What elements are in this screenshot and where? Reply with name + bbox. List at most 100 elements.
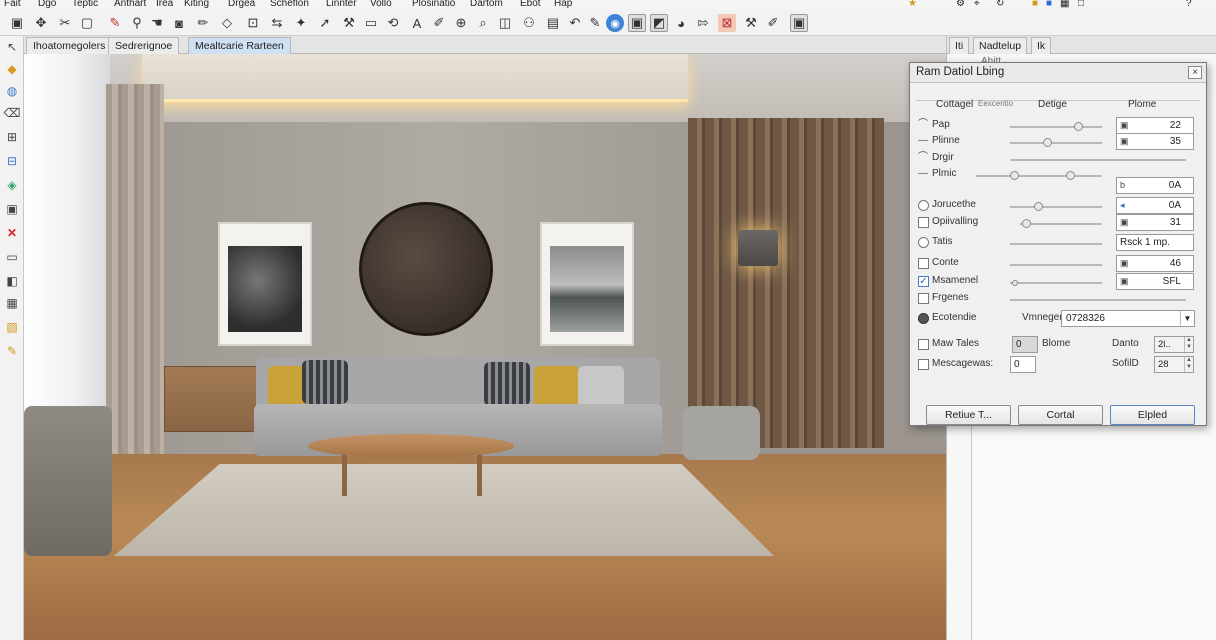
checkbox-checked[interactable]: ✓ bbox=[918, 276, 929, 287]
rectangle-icon[interactable]: ▭ bbox=[362, 14, 380, 32]
number-field[interactable]: 0 bbox=[1010, 356, 1036, 373]
tab-document-3[interactable]: Mealtcarie Rarteen bbox=[188, 37, 291, 54]
paint-bucket-icon[interactable]: ◆ bbox=[3, 60, 21, 78]
close-icon[interactable]: × bbox=[1188, 66, 1202, 79]
tab-panel-c[interactable]: Ik bbox=[1031, 37, 1052, 54]
menu-item[interactable]: Hap bbox=[554, 0, 572, 9]
gear-icon[interactable]: ⚙ bbox=[956, 0, 965, 9]
setting-slider[interactable] bbox=[1010, 142, 1102, 144]
globe-icon[interactable]: ◉ bbox=[606, 14, 624, 32]
grid-tool-icon[interactable]: ▦ bbox=[3, 294, 21, 312]
slider-thumb[interactable] bbox=[1043, 138, 1052, 147]
spin-field[interactable]: 2l.. ▲ ▼ bbox=[1154, 336, 1194, 353]
slider-thumb[interactable] bbox=[1012, 280, 1018, 286]
tool-icon[interactable]: ⚒ bbox=[340, 14, 358, 32]
setting-slider[interactable] bbox=[1010, 126, 1102, 128]
paint-icon[interactable]: ✎ bbox=[106, 14, 124, 32]
setting-slider[interactable] bbox=[1010, 264, 1102, 266]
flip-icon[interactable]: ⇆ bbox=[268, 14, 286, 32]
slider-thumb[interactable] bbox=[1074, 122, 1083, 131]
brush2-icon[interactable]: ✐ bbox=[764, 14, 782, 32]
dialog-titlebar[interactable]: Ram Datiol Lbing × bbox=[910, 63, 1206, 83]
people-icon[interactable]: ⚇ bbox=[520, 14, 538, 32]
frame-icon[interactable]: ▣ bbox=[628, 14, 646, 32]
menu-item[interactable]: Dgo bbox=[38, 0, 56, 9]
tab-panel-b[interactable]: Nadtelup bbox=[973, 37, 1028, 54]
spin-arrows-icon[interactable]: ▲ ▼ bbox=[1184, 357, 1193, 372]
menu-item[interactable]: Linnter bbox=[326, 0, 357, 9]
brush-icon[interactable]: ⚲ bbox=[128, 14, 146, 32]
checkbox[interactable] bbox=[918, 293, 929, 304]
setting-slider[interactable] bbox=[1010, 282, 1102, 284]
move-icon[interactable]: ✥ bbox=[32, 14, 50, 32]
setting-slider[interactable] bbox=[1020, 223, 1102, 225]
value-field[interactable]: ▣ 31 bbox=[1116, 214, 1194, 231]
light-icon[interactable]: ✦ bbox=[292, 14, 310, 32]
menu-item[interactable]: Plosinatio bbox=[412, 0, 455, 9]
menu-item[interactable]: Ebot bbox=[520, 0, 541, 9]
screen-icon[interactable]: ▭ bbox=[3, 248, 21, 266]
value-field[interactable]: Rsck 1 mp. bbox=[1116, 234, 1194, 251]
hand-icon[interactable]: ☚ bbox=[148, 14, 166, 32]
value-field[interactable]: ▣ 46 bbox=[1116, 255, 1194, 272]
select-icon[interactable]: ▣ bbox=[8, 14, 26, 32]
eraser-icon[interactable]: ⌫ bbox=[3, 104, 21, 122]
value-field[interactable]: b 0A bbox=[1116, 177, 1194, 194]
shape-icon[interactable]: ◇ bbox=[218, 14, 236, 32]
spin-field[interactable]: 28 ▲ ▼ bbox=[1154, 356, 1194, 373]
crop-red-icon[interactable]: ⊠ bbox=[718, 14, 736, 32]
value-field[interactable]: ◂ 0A bbox=[1116, 197, 1194, 214]
menu-item[interactable]: Teptic bbox=[72, 0, 98, 9]
chevron-down-icon[interactable]: ▼ bbox=[1180, 311, 1194, 326]
search-icon[interactable]: ⌕ bbox=[474, 14, 492, 32]
cancel-button[interactable]: Cortal bbox=[1018, 405, 1103, 425]
render-icon[interactable]: ⇰ bbox=[694, 14, 712, 32]
tab-document-2[interactable]: Sedrerignoe bbox=[108, 37, 180, 54]
menu-item[interactable]: Vollo bbox=[370, 0, 392, 9]
image-tool-icon[interactable]: ▧ bbox=[3, 318, 21, 336]
camera-icon[interactable]: ◙ bbox=[170, 14, 188, 32]
setting-slider[interactable] bbox=[1010, 299, 1186, 301]
rotate-icon[interactable]: ⟲ bbox=[384, 14, 402, 32]
page-icon[interactable]: ▢ bbox=[78, 14, 96, 32]
setting-slider[interactable] bbox=[976, 175, 1102, 177]
checkbox[interactable] bbox=[918, 217, 929, 228]
tag-icon[interactable]: ✎ bbox=[3, 342, 21, 360]
delete-icon[interactable]: ✕ bbox=[3, 224, 21, 242]
value-field[interactable]: ▣ SFL bbox=[1116, 273, 1194, 290]
zoom-icon[interactable]: ⊕ bbox=[452, 14, 470, 32]
grid-icon[interactable]: ▦ bbox=[1060, 0, 1069, 9]
crop-icon[interactable]: ⊡ bbox=[244, 14, 262, 32]
star-icon[interactable]: ★ bbox=[908, 0, 917, 9]
menu-item[interactable]: Fait bbox=[4, 0, 21, 9]
spin-arrows-icon[interactable]: ▲ ▼ bbox=[1184, 337, 1193, 352]
help-icon[interactable]: ? bbox=[1186, 0, 1192, 9]
edit-icon[interactable]: ✐ bbox=[430, 14, 448, 32]
pen-icon[interactable]: ✏ bbox=[194, 14, 212, 32]
wrench-icon[interactable]: ⚒ bbox=[742, 14, 760, 32]
sphere-tool-icon[interactable]: ◍ bbox=[3, 82, 21, 100]
menu-item[interactable]: Scheflon bbox=[270, 0, 309, 9]
text-icon[interactable]: A bbox=[408, 14, 426, 32]
arrow-icon[interactable]: ➚ bbox=[316, 14, 334, 32]
setting-slider[interactable] bbox=[1010, 159, 1186, 161]
stamp-icon[interactable]: ⊞ bbox=[3, 128, 21, 146]
monitor-tool-icon[interactable]: ▣ bbox=[3, 200, 21, 218]
menu-item[interactable]: Dartom bbox=[470, 0, 503, 9]
number-field[interactable]: 0 bbox=[1012, 336, 1038, 353]
radio-button[interactable] bbox=[918, 237, 929, 248]
menu-item[interactable]: Kiting bbox=[184, 0, 209, 9]
measure-icon[interactable]: ⊟ bbox=[3, 152, 21, 170]
checkbox[interactable] bbox=[918, 339, 929, 350]
pencil-icon[interactable]: ✎ bbox=[586, 14, 604, 32]
radio-button[interactable] bbox=[918, 200, 929, 211]
plane-icon[interactable]: ◈ bbox=[3, 176, 21, 194]
tab-document-1[interactable]: Ihoatomegolers bbox=[26, 37, 113, 54]
menu-item[interactable]: Drgea bbox=[228, 0, 255, 9]
pin-icon[interactable]: ⌖ bbox=[974, 0, 980, 9]
slider-thumb[interactable] bbox=[1066, 171, 1075, 180]
slider-thumb[interactable] bbox=[1022, 219, 1031, 228]
value-field[interactable]: ▣ 22 bbox=[1116, 117, 1194, 134]
menu-item[interactable]: Anthart bbox=[114, 0, 146, 9]
retire-button[interactable]: Retiue T... bbox=[926, 405, 1011, 425]
